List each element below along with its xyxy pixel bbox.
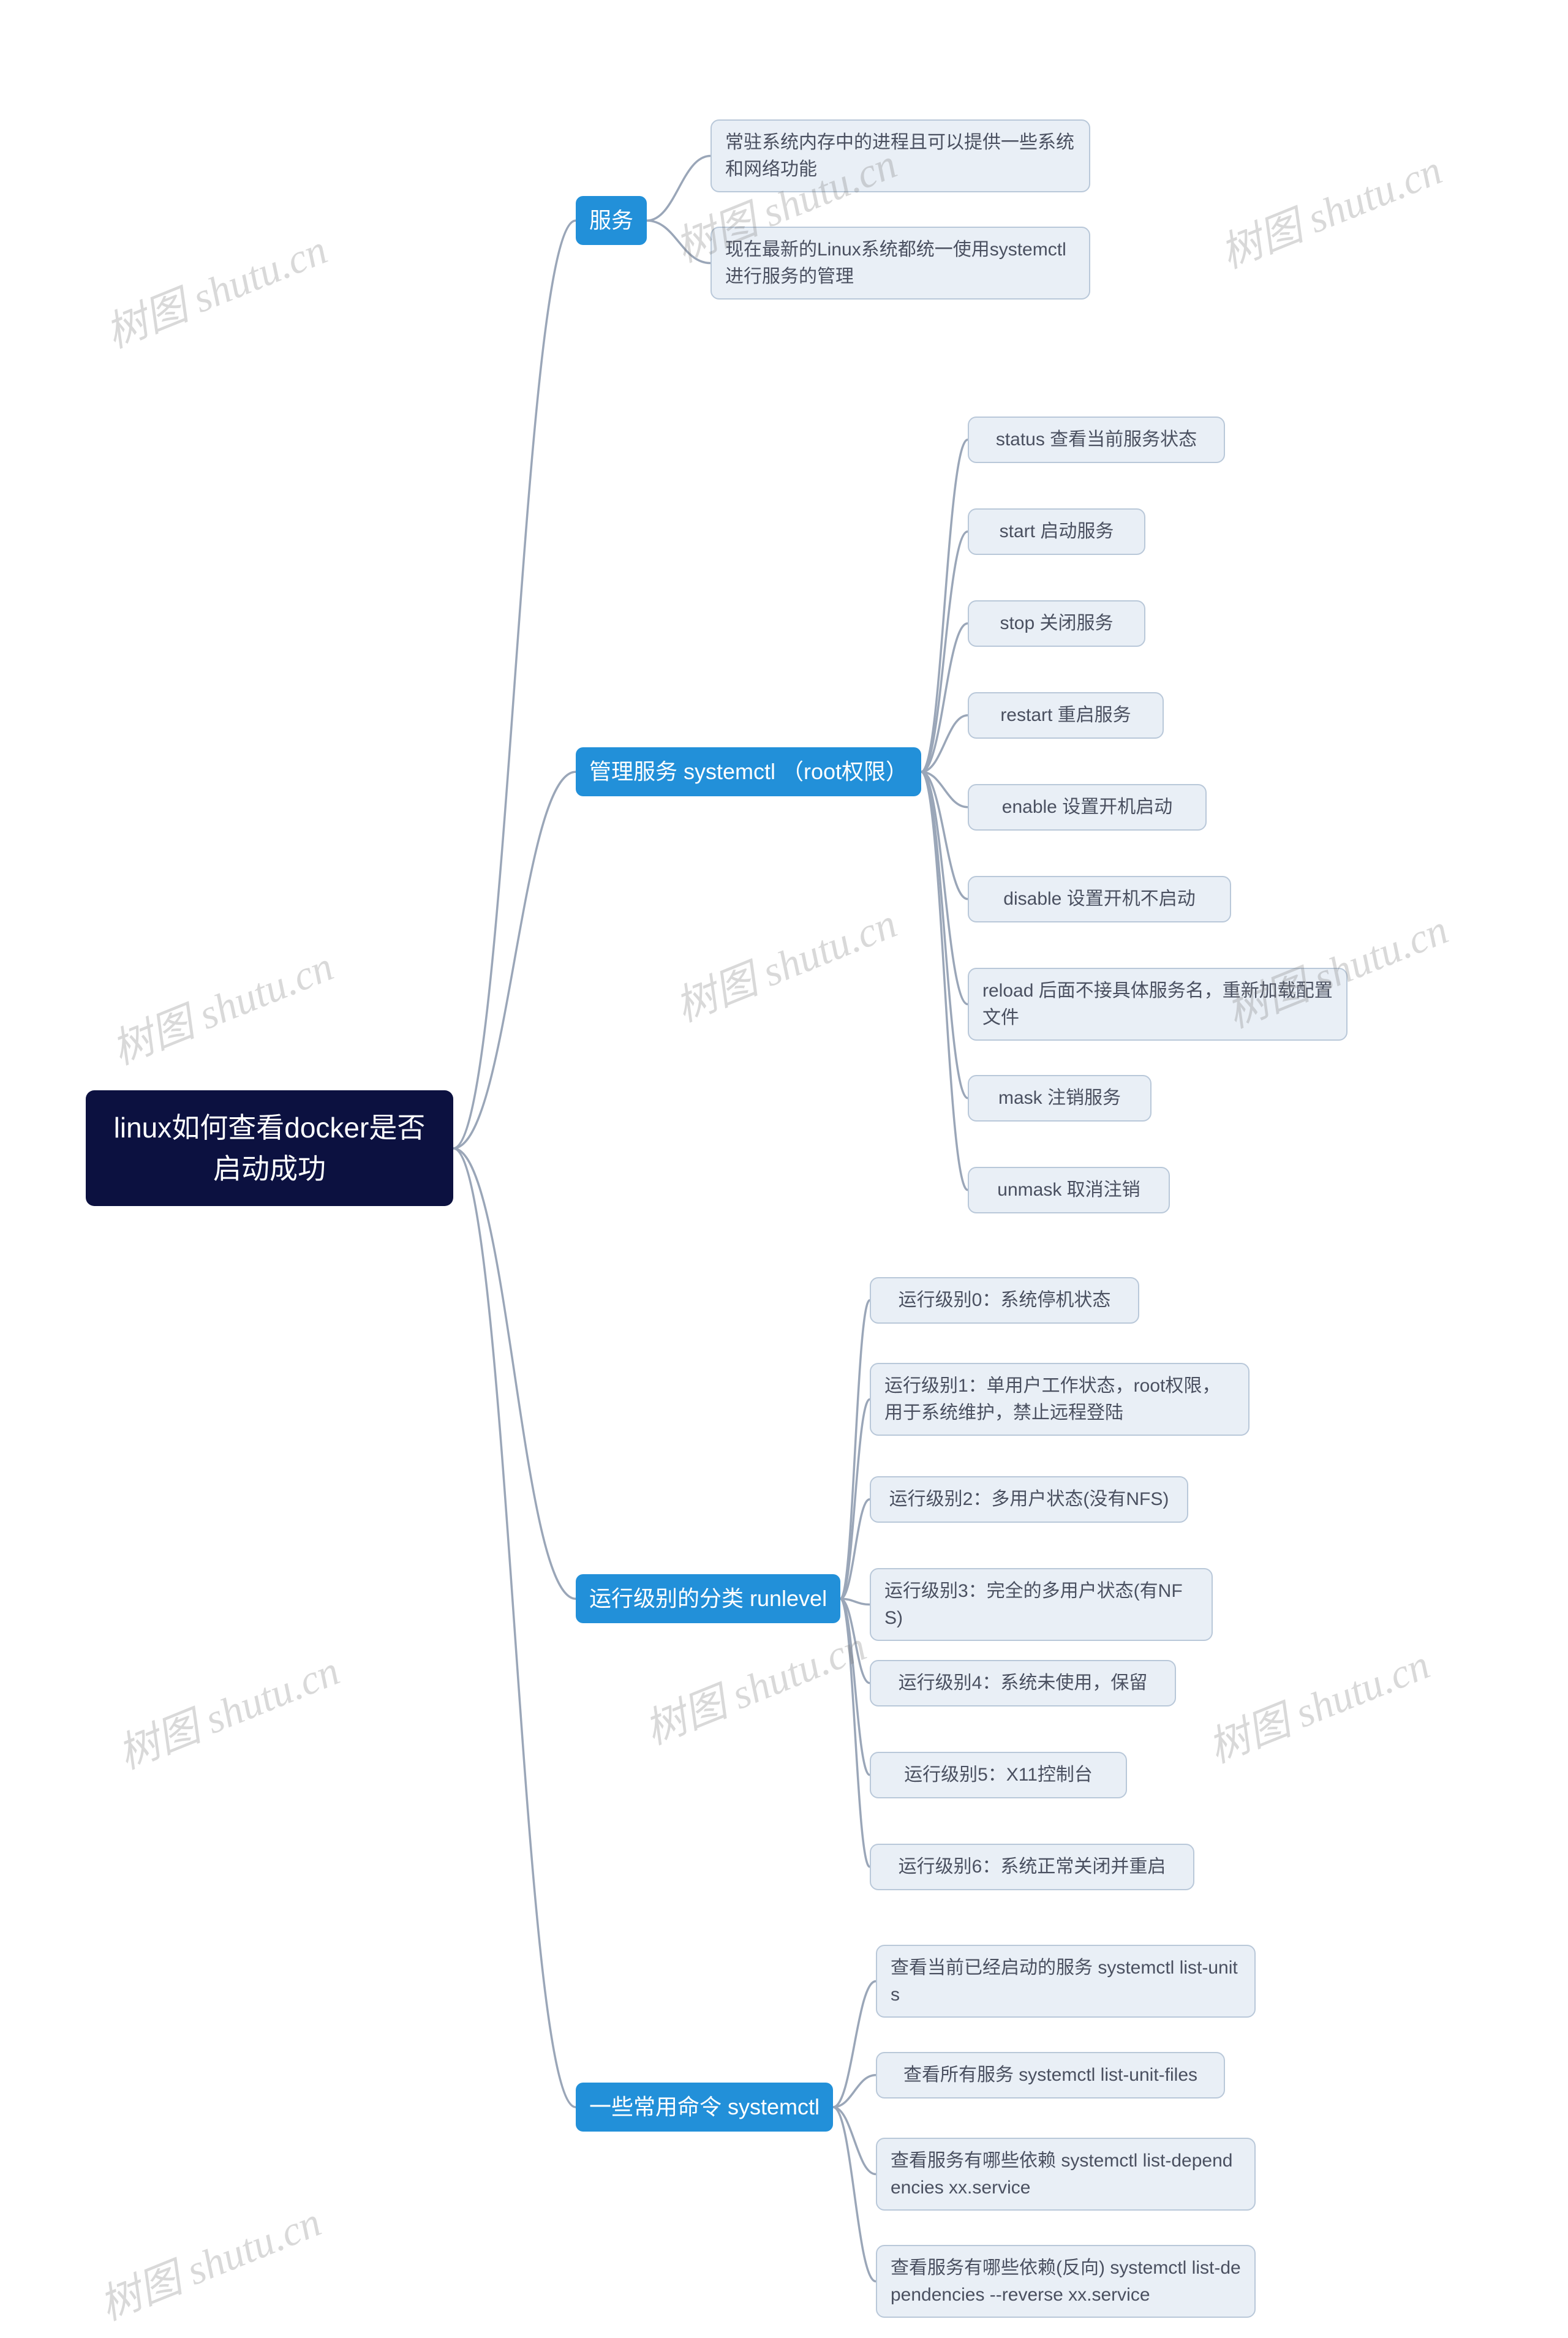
- watermark: 树图 shutu.cn: [101, 932, 341, 1076]
- watermark: 树图 shutu.cn: [95, 216, 334, 360]
- mindmap-root: linux如何查看docker是否启动成功: [86, 1090, 453, 1206]
- leaf-disable: disable 设置开机不启动: [968, 876, 1231, 922]
- leaf-runlevel-3: 运行级别3：完全的多用户状态(有NFS): [870, 1568, 1213, 1641]
- leaf-runlevel-6: 运行级别6：系统正常关闭并重启: [870, 1844, 1194, 1890]
- watermark: 树图 shutu.cn: [89, 2188, 328, 2332]
- watermark: 树图 shutu.cn: [634, 1612, 873, 1756]
- leaf-restart: restart 重启服务: [968, 692, 1164, 739]
- leaf-unmask: unmask 取消注销: [968, 1167, 1170, 1213]
- leaf-enable: enable 设置开机启动: [968, 784, 1207, 831]
- leaf-start: start 启动服务: [968, 508, 1145, 555]
- leaf-runlevel-0: 运行级别0：系统停机状态: [870, 1277, 1139, 1324]
- leaf-list-deps-rev: 查看服务有哪些依赖(反向) systemctl list-dependencie…: [876, 2245, 1256, 2318]
- leaf-service-desc-2: 现在最新的Linux系统都统一使用systemctl进行服务的管理: [710, 227, 1090, 300]
- leaf-mask: mask 注销服务: [968, 1075, 1152, 1122]
- leaf-runlevel-1: 运行级别1：单用户工作状态，root权限，用于系统维护，禁止远程登陆: [870, 1363, 1250, 1436]
- leaf-list-deps: 查看服务有哪些依赖 systemctl list-dependencies xx…: [876, 2138, 1256, 2211]
- leaf-service-desc-1: 常驻系统内存中的进程且可以提供一些系统和网络功能: [710, 119, 1090, 192]
- leaf-list-unit-files: 查看所有服务 systemctl list-unit-files: [876, 2052, 1225, 2099]
- watermark: 树图 shutu.cn: [665, 889, 904, 1033]
- leaf-runlevel-5: 运行级别5：X11控制台: [870, 1752, 1127, 1798]
- leaf-list-units: 查看当前已经启动的服务 systemctl list-units: [876, 1945, 1256, 2018]
- branch-runlevel: 运行级别的分类 runlevel: [576, 1574, 840, 1623]
- branch-service: 服务: [576, 196, 647, 245]
- leaf-runlevel-2: 运行级别2：多用户状态(没有NFS): [870, 1476, 1188, 1523]
- leaf-status: status 查看当前服务状态: [968, 417, 1225, 463]
- leaf-runlevel-4: 运行级别4：系统未使用，保留: [870, 1660, 1176, 1706]
- watermark: 树图 shutu.cn: [1197, 1631, 1437, 1774]
- watermark: 树图 shutu.cn: [1210, 136, 1449, 280]
- leaf-reload: reload 后面不接具体服务名，重新加载配置文件: [968, 968, 1348, 1041]
- leaf-stop: stop 关闭服务: [968, 600, 1145, 647]
- watermark: 树图 shutu.cn: [107, 1637, 347, 1781]
- branch-manage-service: 管理服务 systemctl （root权限）: [576, 747, 921, 796]
- branch-common-cmds: 一些常用命令 systemctl: [576, 2083, 833, 2132]
